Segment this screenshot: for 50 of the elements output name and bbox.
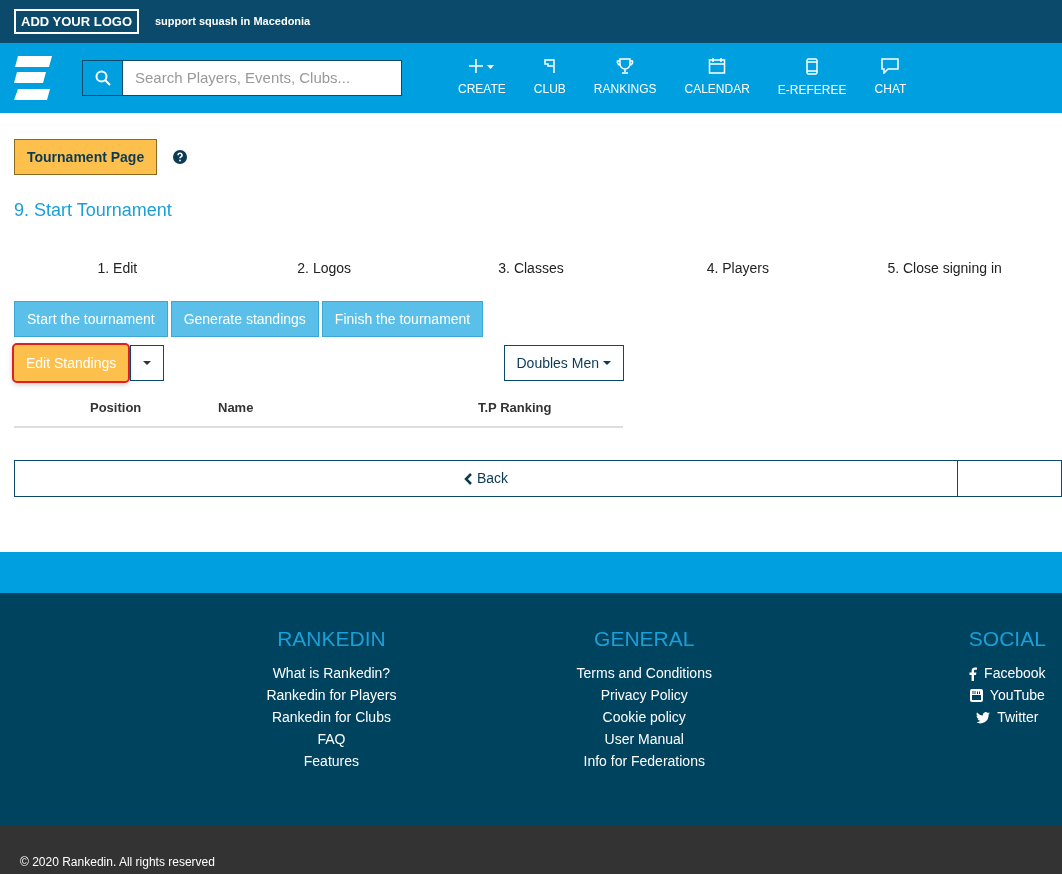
next-button[interactable] (958, 460, 1062, 497)
footer-link[interactable]: Features (303, 751, 360, 772)
step-link[interactable]: 1. Edit (97, 260, 138, 276)
calendar-icon (708, 57, 727, 74)
brand-logo-icon[interactable] (14, 56, 52, 100)
footer-link[interactable]: Rankedin for Clubs (271, 707, 391, 728)
footer-link[interactable]: Terms and Conditions (576, 663, 712, 684)
phone-icon (806, 57, 819, 75)
chevron-left-icon (463, 472, 472, 485)
step-link[interactable]: 4. Players (706, 260, 769, 276)
footer-link[interactable]: What is Rankedin? (272, 663, 391, 684)
copyright-text: © 2020 Rankedin. All rights reserved (20, 854, 215, 871)
back-button[interactable]: Back (14, 460, 958, 497)
chat-icon (881, 57, 900, 74)
caret-icon (603, 361, 611, 365)
tagline: support squash in Macedonia (155, 14, 311, 30)
step-link[interactable]: 5. Close signing in (887, 260, 1002, 276)
caret-icon (143, 361, 152, 365)
twitter-icon (976, 711, 991, 724)
footer-link[interactable]: Rankedin for Players (266, 685, 397, 706)
youtube-icon (969, 689, 983, 702)
column-header: T.P Ranking (478, 400, 552, 416)
plus-icon (466, 57, 497, 74)
tournament-page-button[interactable]: Tournament Page (14, 139, 158, 175)
search-icon (94, 70, 111, 86)
footer-link[interactable]: Cookie policy (602, 707, 686, 728)
step-title: 9. Start Tournament (14, 199, 173, 222)
facebook-icon (969, 666, 978, 681)
footer-link[interactable]: Privacy Policy (600, 685, 688, 706)
footer-link[interactable]: Facebook (984, 663, 1046, 684)
footer-link[interactable]: YouTube (989, 685, 1045, 706)
footer-link[interactable]: Info for Federations (583, 751, 705, 772)
column-header: Name (218, 400, 254, 416)
step-link[interactable]: 2. Logos (297, 260, 352, 276)
help-icon[interactable] (173, 150, 188, 164)
footer-heading: RANKEDIN (277, 626, 386, 652)
footer-heading: SOCIAL (968, 626, 1046, 652)
search-field[interactable]: Search Players, Events, Clubs... (123, 60, 402, 96)
trophy-icon (616, 57, 635, 74)
footer-heading: GENERAL (594, 626, 695, 652)
footer-link[interactable]: FAQ (317, 729, 346, 750)
footer-link[interactable]: User Manual (604, 729, 684, 750)
logo-placeholder[interactable]: ADD YOUR LOGO (14, 8, 139, 35)
class-dropdown[interactable]: Doubles Men (503, 345, 624, 381)
footer-link[interactable]: Twitter (997, 707, 1039, 728)
column-header: Position (90, 400, 142, 416)
dropdown-toggle[interactable] (130, 345, 165, 381)
step-link[interactable]: 3. Classes (498, 260, 564, 276)
search-button[interactable] (82, 60, 123, 96)
flag-icon (541, 57, 558, 74)
